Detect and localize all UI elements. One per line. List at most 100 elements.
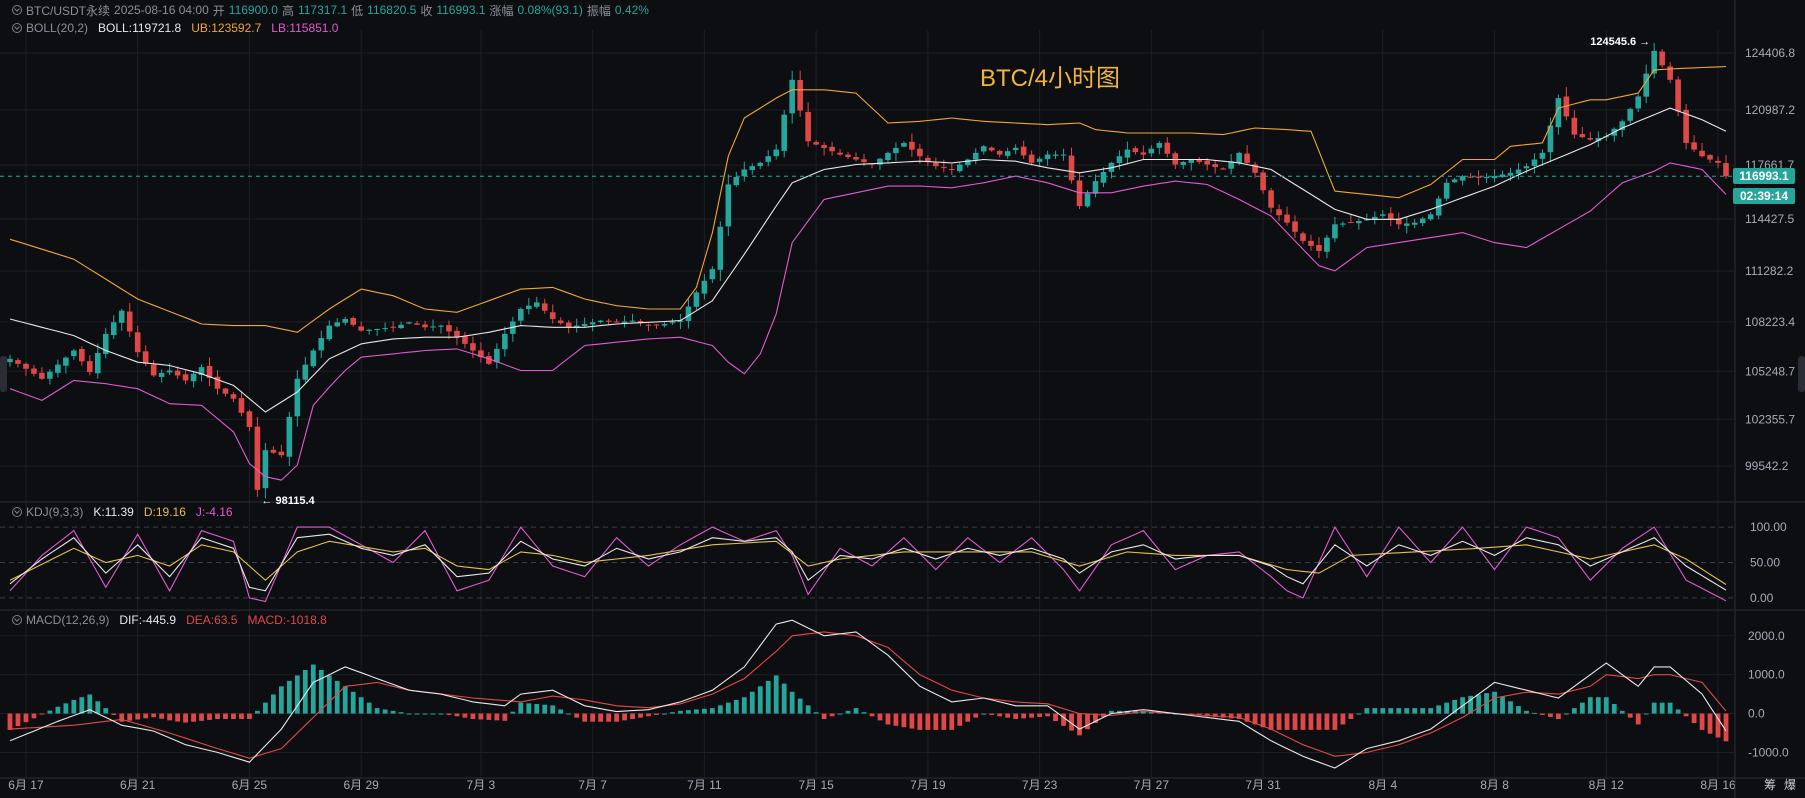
countdown-tag: 02:39:14 — [1733, 188, 1795, 205]
collapse-toggle-icon[interactable] — [12, 5, 22, 15]
x-axis-label: 8月 12 — [1589, 778, 1625, 792]
candle-down — [1707, 155, 1713, 160]
datetime-label: 2025-08-16 04:00 — [114, 3, 209, 17]
open-label: 开 — [212, 3, 225, 18]
candle-up — [1403, 223, 1410, 226]
macd-hist-down — [1324, 713, 1330, 730]
kdj-k-value: K:11.39 — [93, 505, 134, 519]
macd-hist-down — [1029, 713, 1035, 718]
macd-hist-up — [1516, 706, 1521, 714]
macd-hist-up — [789, 691, 795, 714]
macd-hist-up — [797, 698, 803, 714]
candle-up — [1507, 172, 1514, 176]
candle-up — [1060, 154, 1067, 156]
candle-down — [1244, 153, 1250, 163]
macd-hist-up — [79, 697, 85, 714]
macd-hist-up — [390, 710, 396, 714]
macd-hist-up — [1587, 697, 1593, 714]
price-axis-label: 124406.8 — [1745, 46, 1795, 60]
macd-hist-down — [239, 713, 244, 719]
x-axis-label: 7月 3 — [467, 778, 496, 792]
chips-button[interactable]: 筹 — [1764, 776, 1776, 793]
macd-hist-up — [717, 705, 723, 714]
kdj-legend: KDJ(9,3,3) K:11.39 D:19.16 J:-4.16 — [12, 504, 233, 520]
macd-hist-down — [486, 713, 492, 720]
candle-up — [1236, 152, 1242, 163]
macd-hist-down — [199, 713, 204, 721]
candle-up — [94, 353, 101, 374]
macd-hist-up — [1571, 708, 1577, 714]
price-axis-label: 111282.2 — [1745, 264, 1794, 278]
boll-name[interactable]: BOLL(20,2) — [26, 21, 88, 35]
candle-down — [87, 361, 93, 373]
macd-hist-up — [566, 713, 572, 715]
candle-up — [1004, 151, 1011, 156]
collapse-toggle-icon[interactable] — [12, 23, 22, 33]
candle-down — [23, 363, 29, 369]
collapse-toggle-icon[interactable] — [12, 615, 22, 625]
macd-hist-up — [781, 683, 787, 714]
macd-hist-down — [877, 713, 883, 721]
high-annotation: 124545.6 → — [1590, 36, 1650, 48]
candle-up — [781, 114, 787, 151]
candle-down — [1316, 245, 1322, 251]
change-value: 0.08%(93.1) — [517, 3, 583, 17]
macd-name[interactable]: MACD(12,26,9) — [26, 613, 109, 627]
kdj-name[interactable]: KDJ(9,3,3) — [26, 505, 83, 519]
macd-hist-down — [1540, 713, 1545, 715]
candle-down — [941, 166, 947, 168]
macd-hist-down — [590, 713, 596, 722]
macd-hist-up — [837, 713, 843, 715]
candle-down — [414, 323, 420, 325]
candle-down — [909, 141, 915, 150]
kdj-j-line — [9, 525, 1727, 603]
candle-down — [126, 311, 133, 332]
candle-down — [1348, 222, 1354, 224]
macd-hist-down — [1707, 713, 1713, 734]
macd-hist-down — [893, 713, 899, 726]
x-axis-label: 8月 8 — [1480, 778, 1509, 792]
candle-down — [988, 147, 995, 151]
price-axis-label: 114427.5 — [1745, 212, 1794, 226]
macd-hist-down — [247, 713, 252, 719]
macd-hist-up — [1492, 691, 1497, 714]
macd-hist-down — [630, 713, 635, 719]
chart-canvas[interactable]: 6月 17 6月 21 6月 25 6月 29 7月 3 7月 7 7月 11 7月 15 7月… — [0, 0, 1805, 798]
collapse-toggle-icon[interactable] — [12, 507, 22, 517]
candle-down — [549, 312, 556, 319]
candle-up — [1627, 108, 1634, 121]
macd-hist-up — [334, 680, 340, 714]
high-label: 高 — [281, 3, 294, 18]
liquidation-button[interactable]: 爆 — [1784, 776, 1796, 793]
macd-hist-down — [1691, 713, 1697, 724]
candle-down — [278, 451, 285, 456]
macd-hist-up — [709, 708, 715, 714]
candle-down — [390, 326, 396, 328]
low-label: 低 — [351, 3, 364, 18]
candle-down — [462, 335, 468, 344]
macd-hist-up — [414, 713, 420, 715]
kdj-axis-label: 0.00 — [1750, 591, 1774, 605]
macd-hist-up — [1436, 705, 1442, 714]
candle-up — [1332, 224, 1338, 239]
left-panel-handle[interactable] — [0, 356, 7, 392]
candle-down — [1587, 138, 1594, 140]
candle-down — [1675, 79, 1681, 112]
macd-hist-up — [1667, 702, 1673, 714]
macd-hist-down — [1268, 713, 1274, 730]
candle-up — [366, 329, 372, 331]
macd-hist-down — [933, 713, 939, 730]
macd-hist-down — [502, 713, 508, 721]
macd-hist-value: MACD:-1018.8 — [247, 613, 327, 627]
macd-hist-down — [159, 713, 165, 719]
macd-hist-down — [1276, 713, 1282, 730]
kdj-axis-label: 50.00 — [1750, 556, 1780, 570]
macd-hist-up — [278, 686, 284, 714]
candle-up — [1012, 147, 1019, 151]
macd-axis-label: 0.0 — [1748, 707, 1765, 721]
x-axis-label: 7月 11 — [687, 778, 722, 792]
right-panel-handle[interactable] — [1798, 356, 1805, 392]
candle-up — [110, 322, 117, 336]
macd-hist-down — [135, 713, 141, 720]
macd-hist-up — [1603, 697, 1609, 714]
